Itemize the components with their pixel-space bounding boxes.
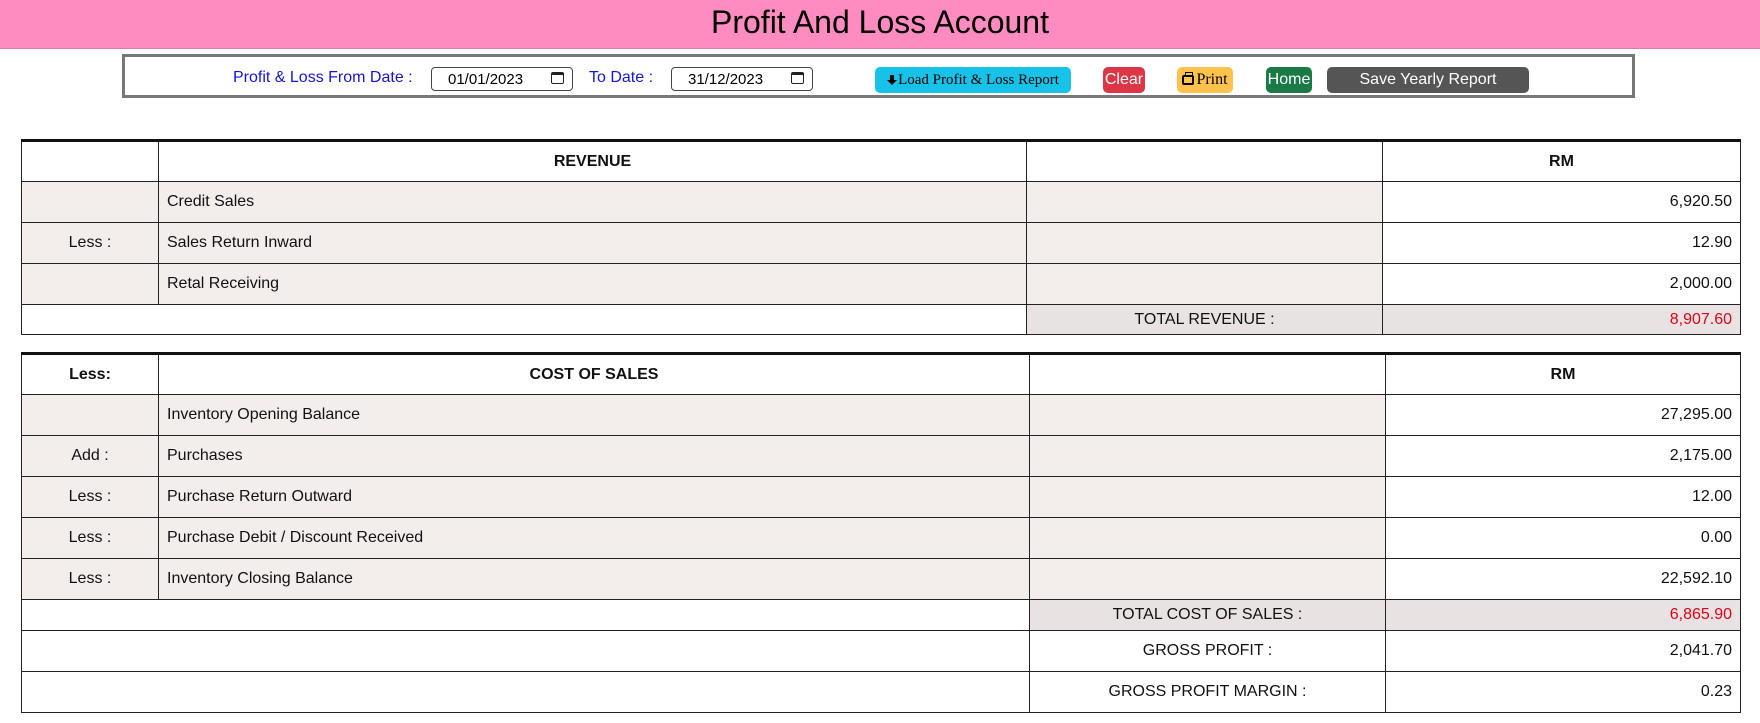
to-date-input[interactable]: 31/12/2023 — [671, 67, 813, 91]
row-value: 12.00 — [1385, 476, 1741, 518]
row-value: 2,175.00 — [1385, 435, 1741, 477]
table-row: Less : Sales Return Inward 12.90 — [21, 222, 1741, 264]
row-blank — [1026, 222, 1383, 264]
row-label: Credit Sales — [158, 181, 1027, 223]
revenue-header: REVENUE — [158, 140, 1027, 182]
row-blank — [1026, 181, 1383, 223]
row-side-label: Less : — [21, 222, 159, 264]
print-icon — [1182, 72, 1195, 85]
gross-profit-label: GROSS PROFIT : — [1029, 630, 1386, 672]
revenue-side-header — [21, 140, 159, 182]
gross-profit-value: 2,041.70 — [1385, 630, 1741, 672]
row-side-label: Less : — [21, 476, 159, 518]
row-side-label: Less : — [21, 517, 159, 559]
row-value: 22,592.10 — [1385, 558, 1741, 600]
row-blank — [1029, 435, 1386, 477]
row-blank — [1029, 476, 1386, 518]
cost-of-sales-header-row: Less: COST OF SALES RM — [21, 353, 1741, 395]
cost-of-sales-header: COST OF SALES — [158, 353, 1030, 395]
clear-button[interactable]: Clear — [1103, 67, 1145, 93]
row-side-label — [21, 394, 159, 436]
revenue-header-row: REVENUE RM — [21, 140, 1741, 182]
calendar-icon[interactable] — [791, 72, 804, 84]
gross-margin-blank — [21, 671, 1030, 713]
date-filter-bar: Profit & Loss From Date : 01/01/2023 To … — [122, 54, 1635, 98]
total-cost-of-sales-row: TOTAL COST OF SALES : 6,865.90 — [21, 599, 1741, 631]
gross-profit-blank — [21, 630, 1030, 672]
row-label: Retal Receiving — [158, 263, 1027, 305]
page-title: Profit And Loss Account — [0, 0, 1760, 49]
from-date-input[interactable]: 01/01/2023 — [431, 67, 573, 91]
calendar-icon[interactable] — [551, 72, 564, 84]
row-label: Purchase Return Outward — [158, 476, 1030, 518]
total-revenue-blank — [21, 304, 1027, 335]
row-value: 2,000.00 — [1382, 263, 1741, 305]
from-date-label: Profit & Loss From Date : — [233, 69, 413, 86]
revenue-table: REVENUE RM Credit Sales 6,920.50 Less : … — [21, 139, 1741, 335]
to-date-value: 31/12/2023 — [688, 71, 764, 88]
home-button[interactable]: Home — [1266, 67, 1312, 93]
row-side-label — [21, 181, 159, 223]
row-value: 0.00 — [1385, 517, 1741, 559]
load-report-button[interactable]: Load Profit & Loss Report — [875, 67, 1071, 93]
row-side-label: Less : — [21, 558, 159, 600]
row-label: Sales Return Inward — [158, 222, 1027, 264]
load-report-label: Load Profit & Loss Report — [898, 72, 1059, 88]
download-icon — [887, 75, 898, 85]
table-row: Less : Inventory Closing Balance 22,592.… — [21, 558, 1741, 600]
print-button[interactable]: Print — [1177, 67, 1233, 93]
gross-profit-row: GROSS PROFIT : 2,041.70 — [21, 630, 1741, 672]
save-yearly-report-button[interactable]: Save Yearly Report — [1327, 67, 1529, 93]
table-row: Credit Sales 6,920.50 — [21, 181, 1741, 223]
table-row: Less : Purchase Return Outward 12.00 — [21, 476, 1741, 518]
to-date-label: To Date : — [589, 69, 654, 86]
cost-of-sales-currency-header: RM — [1385, 353, 1741, 395]
cost-of-sales-side-header: Less: — [21, 353, 159, 395]
row-label: Purchase Debit / Discount Received — [158, 517, 1030, 559]
table-row: Less : Purchase Debit / Discount Receive… — [21, 517, 1741, 559]
gross-profit-margin-label: GROSS PROFIT MARGIN : — [1029, 671, 1386, 713]
print-label: Print — [1196, 71, 1228, 88]
row-value: 6,920.50 — [1382, 181, 1741, 223]
table-row: Add : Purchases 2,175.00 — [21, 435, 1741, 477]
row-label: Purchases — [158, 435, 1030, 477]
row-blank — [1029, 558, 1386, 600]
row-value: 12.90 — [1382, 222, 1741, 264]
gross-profit-margin-value: 0.23 — [1385, 671, 1741, 713]
gross-profit-margin-row: GROSS PROFIT MARGIN : 0.23 — [21, 671, 1741, 713]
table-row: Inventory Opening Balance 27,295.00 — [21, 394, 1741, 436]
row-blank — [1029, 394, 1386, 436]
cost-of-sales-blank-header — [1029, 353, 1386, 395]
row-blank — [1026, 263, 1383, 305]
row-side-label: Add : — [21, 435, 159, 477]
row-blank — [1029, 517, 1386, 559]
row-value: 27,295.00 — [1385, 394, 1741, 436]
total-cost-blank — [21, 599, 1030, 631]
total-cost-of-sales-value: 6,865.90 — [1385, 599, 1741, 631]
row-label: Inventory Opening Balance — [158, 394, 1030, 436]
total-revenue-label: TOTAL REVENUE : — [1026, 304, 1383, 335]
row-side-label — [21, 263, 159, 305]
row-label: Inventory Closing Balance — [158, 558, 1030, 600]
total-cost-of-sales-label: TOTAL COST OF SALES : — [1029, 599, 1386, 631]
table-row: Retal Receiving 2,000.00 — [21, 263, 1741, 305]
total-revenue-row: TOTAL REVENUE : 8,907.60 — [21, 304, 1741, 335]
cost-of-sales-table: Less: COST OF SALES RM Inventory Opening… — [21, 352, 1741, 713]
revenue-blank-header — [1026, 140, 1383, 182]
from-date-value: 01/01/2023 — [448, 71, 524, 88]
total-revenue-value: 8,907.60 — [1382, 304, 1741, 335]
revenue-currency-header: RM — [1382, 140, 1741, 182]
